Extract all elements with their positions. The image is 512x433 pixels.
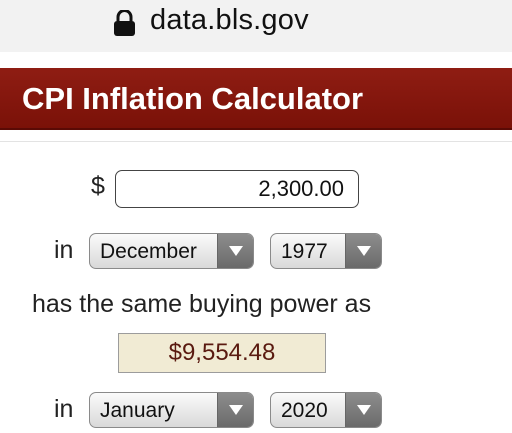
- currency-symbol: $: [91, 172, 105, 200]
- browser-url-bar[interactable]: data.bls.gov: [0, 0, 512, 52]
- result-value: $9,554.48: [118, 333, 326, 373]
- chevron-down-icon: [345, 234, 381, 268]
- page-header-banner: CPI Inflation Calculator: [0, 68, 512, 130]
- lock-icon: [114, 10, 135, 36]
- to-month-value: January: [100, 399, 175, 422]
- from-month-value: December: [100, 240, 197, 263]
- chevron-down-icon: [217, 234, 253, 268]
- to-year-select[interactable]: 2020: [270, 392, 382, 428]
- from-year-value: 1977: [281, 240, 328, 263]
- page-title: CPI Inflation Calculator: [22, 81, 364, 116]
- header-divider: [0, 141, 512, 142]
- to-month-select[interactable]: January: [89, 392, 254, 428]
- in-label-to: in: [54, 395, 74, 423]
- to-year-value: 2020: [281, 399, 328, 422]
- from-year-select[interactable]: 1977: [270, 233, 382, 269]
- chevron-down-icon: [217, 393, 253, 427]
- chevron-down-icon: [345, 393, 381, 427]
- equivalence-sentence: has the same buying power as: [32, 290, 372, 318]
- url-text: data.bls.gov: [150, 4, 309, 36]
- amount-input[interactable]: [115, 170, 359, 208]
- from-month-select[interactable]: December: [89, 233, 254, 269]
- in-label-from: in: [54, 236, 74, 264]
